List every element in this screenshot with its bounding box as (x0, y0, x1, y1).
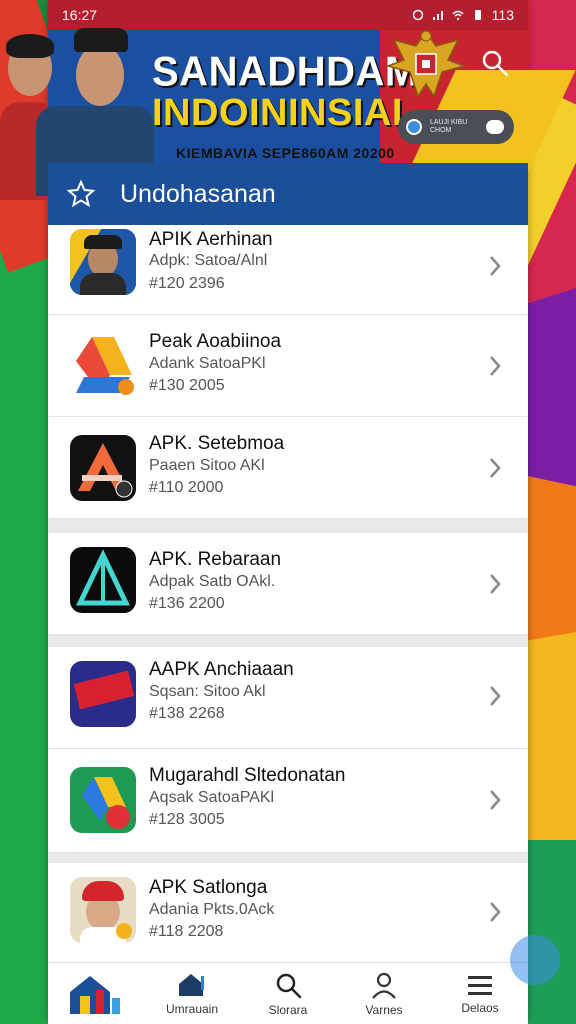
list-divider (48, 519, 528, 533)
app-number: #120 2396 (149, 275, 225, 292)
app-logo[interactable] (48, 963, 144, 1024)
battery-level: 113 (491, 7, 514, 23)
garuda-emblem-icon (385, 30, 467, 98)
user-icon (372, 972, 396, 999)
home-logo-icon (70, 976, 120, 1014)
red-banner-icon (70, 661, 136, 727)
promo-dot-icon (406, 119, 422, 135)
app-name: APK. Rebaraan (149, 549, 282, 570)
chevron-right-icon (490, 458, 501, 478)
star-outline-icon[interactable] (66, 179, 96, 209)
app-number: #110 2000 (149, 479, 224, 496)
app-number: #118 2208 (149, 923, 224, 940)
app-desc: Adpak Satb OAkl. (149, 573, 276, 590)
chevron-right-icon (490, 574, 501, 594)
app-name: Peak Aoabiinoa (149, 331, 282, 352)
app-desc: Adania Pkts.0Ack (149, 901, 275, 918)
app-name: Mugarahdl Sltedonatan (149, 765, 346, 786)
list-divider (48, 635, 528, 647)
app-number: #130 2005 (149, 377, 225, 394)
list-divider (48, 853, 528, 863)
drive-green-icon (70, 767, 136, 833)
app-desc: Adpk: Satoa/Alnl (149, 252, 268, 269)
list-item[interactable]: Peak Aoabiinoa Adank SatoaPKl #130 2005 (48, 315, 528, 417)
app-name: AAPK Anchiaaan (149, 659, 294, 680)
status-time: 16:27 (62, 7, 98, 23)
teal-triangle-icon (70, 547, 136, 613)
nav-search[interactable]: Slorara (240, 963, 336, 1024)
signal-icon (432, 11, 443, 20)
app-desc: Aqsak SatoaPAKl (149, 789, 275, 806)
app-number: #136 2200 (149, 595, 225, 612)
chevron-right-icon (490, 256, 501, 276)
app-number: #138 2268 (149, 705, 225, 722)
chevron-right-icon (490, 686, 501, 706)
chevron-right-icon (490, 790, 501, 810)
promo-text: LAUJI KIBU CHOM (430, 119, 468, 134)
section-header: Undohasanan (48, 163, 528, 225)
banner-subtitle: KIEMBAVIA SEPE860AM 20200 (176, 145, 395, 161)
nav-profile[interactable]: Varnes (336, 963, 432, 1024)
list-item[interactable]: APK Satlonga Adania Pkts.0Ack #118 2208 (48, 863, 528, 963)
woman-red-hat-icon (70, 877, 136, 943)
app-number: #128 3005 (149, 811, 225, 828)
chevron-right-icon (490, 356, 501, 376)
promo-pill[interactable]: LAUJI KIBU CHOM (398, 110, 514, 144)
nav-label: Varnes (365, 1003, 403, 1017)
app-desc: Paaen Sitoo AKl (149, 457, 265, 474)
nav-label: Umrauain (165, 1002, 219, 1016)
drive-orange-icon (70, 331, 136, 397)
battery-icon (474, 10, 481, 20)
list-item[interactable]: APK. Setebmoa Paaen Sitoo AKl #110 2000 (48, 417, 528, 519)
banner-title-line1: SANADHDAM (152, 48, 419, 96)
search-icon[interactable] (480, 48, 510, 78)
chat-bubble-icon (486, 120, 504, 134)
chevron-right-icon (490, 902, 501, 922)
a-logo-icon (70, 435, 136, 501)
nav-label: Slorara (268, 1003, 308, 1017)
app-name: APIK Aerhinan (149, 229, 273, 250)
list-item[interactable]: AAPK Anchiaaan Sqsan: Sitoo Akl #138 226… (48, 647, 528, 749)
nav-label: Delaos (461, 1001, 499, 1015)
nav-home[interactable]: Umrauain (144, 963, 240, 1024)
list-item[interactable]: APIK Aerhinan Adpk: Satoa/Alnl #120 2396 (48, 225, 528, 315)
list-item[interactable]: Mugarahdl Sltedonatan Aqsak SatoaPAKl #1… (48, 749, 528, 853)
app-desc: Adank SatoaPKl (149, 355, 266, 372)
person-cap-icon (70, 229, 136, 295)
search-icon (276, 973, 302, 999)
bottom-nav: Umrauain Slorara Varnes Delaos (48, 962, 528, 1024)
floating-action-button[interactable] (510, 935, 560, 985)
status-bar: 16:27 113 (0, 0, 576, 30)
alarm-icon (412, 9, 423, 21)
home-icon (179, 974, 204, 996)
section-title: Undohasanan (120, 179, 276, 208)
app-name: APK Satlonga (149, 877, 268, 898)
banner-title-line2: INDOININSIAI (152, 92, 403, 134)
wifi-icon (452, 10, 464, 21)
app-name: APK. Setebmoa (149, 433, 285, 454)
app-desc: Sqsan: Sitoo Akl (149, 683, 266, 700)
list-item[interactable]: APK. Rebaraan Adpak Satb OAkl. #136 2200 (48, 533, 528, 635)
menu-icon (468, 976, 492, 995)
